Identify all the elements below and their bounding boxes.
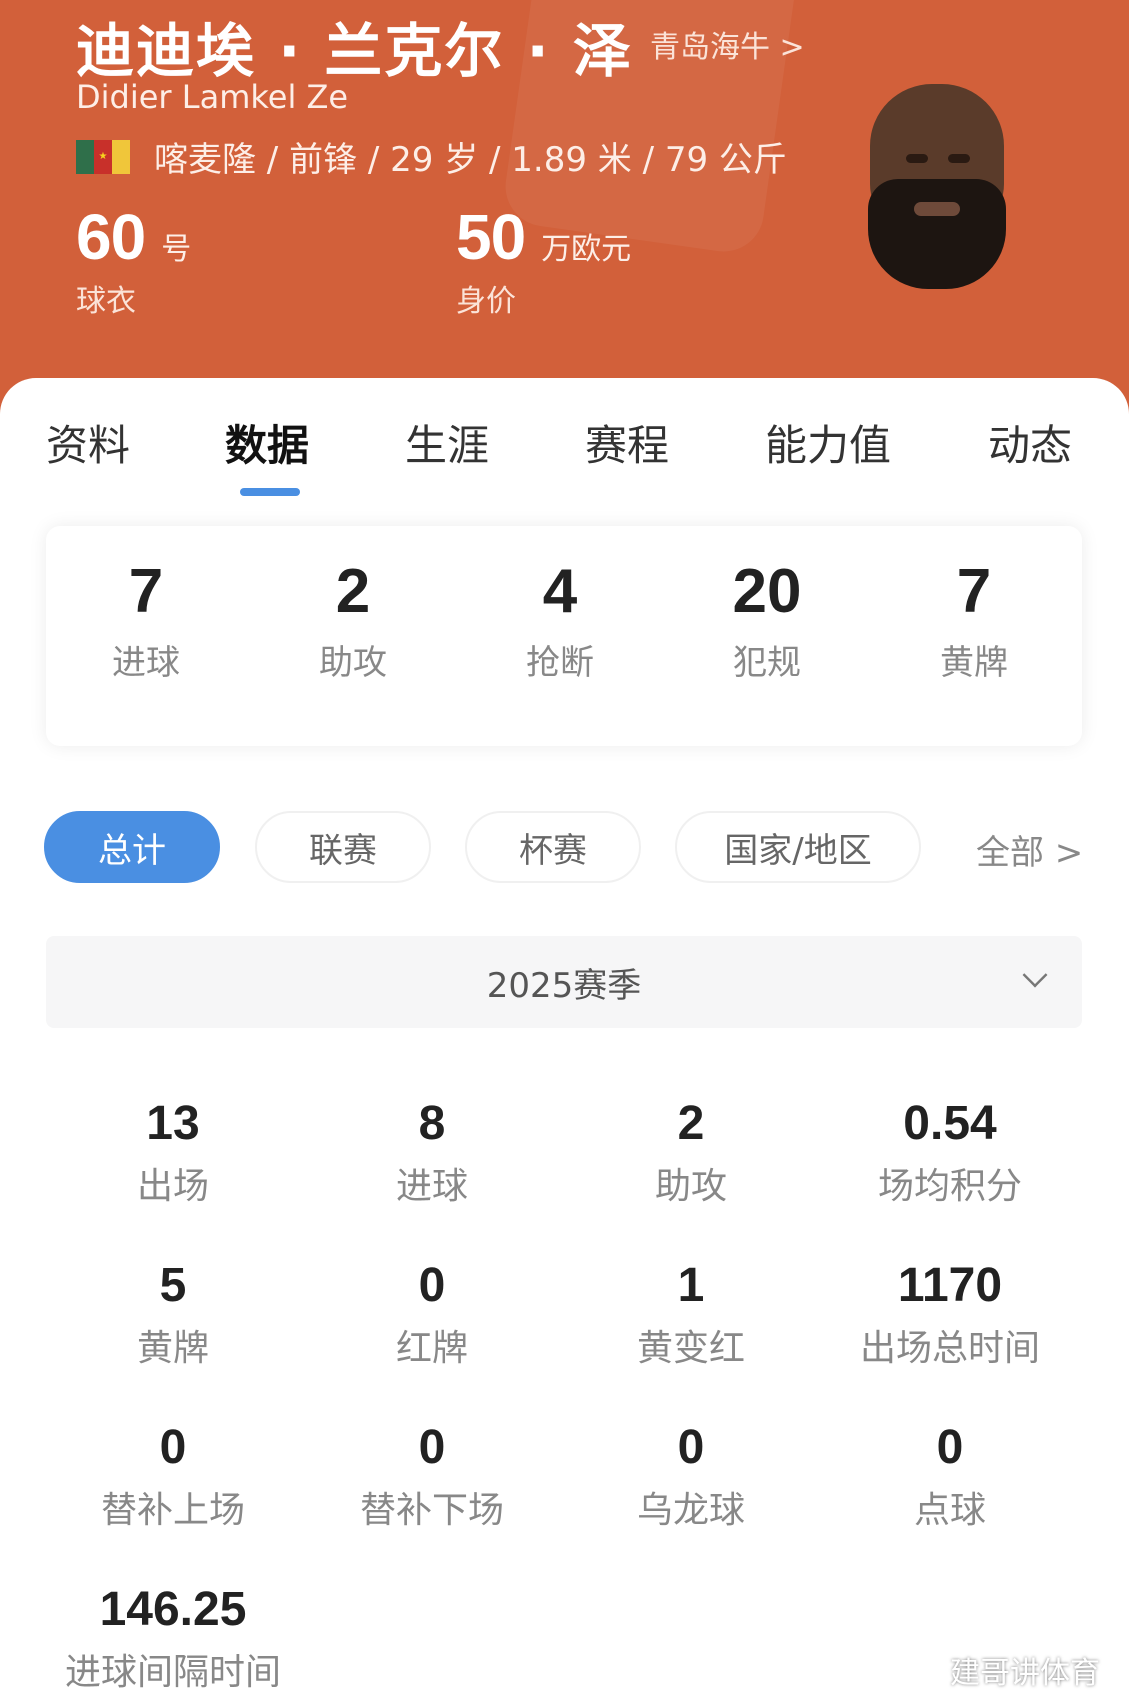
stat-value: 1170 [897,1259,1003,1312]
stat-label: 进球间隔时间 [64,1652,281,1693]
filter-national[interactable]: 国家/地区 [675,811,921,883]
filter-league[interactable]: 联赛 [255,811,431,883]
tab-bar: 资料 数据 生涯 赛程 能力值 动态 [0,378,1129,498]
tab-schedule[interactable]: 赛程 [585,412,669,473]
market-value-unit: 万欧元 [541,232,632,267]
cameroon-flag-icon: ★ [76,139,130,174]
filter-all-button[interactable]: 全部 > [976,825,1083,874]
stat-value: 8 [418,1097,446,1150]
filter-cup[interactable]: 杯赛 [465,811,641,883]
team-link[interactable]: 青岛海牛 > [650,22,805,66]
summary-label: 抢断 [526,643,594,683]
stat-label: 乌龙球 [636,1490,745,1531]
summary-panel: 7 进球 2 助攻 4 抢断 20 犯规 7 黄牌 [46,526,1082,746]
market-value: 50 [456,201,526,273]
stat-label: 出场 [136,1166,209,1207]
stat-item: 13 出场 [53,1096,293,1209]
summary-value: 2 [335,557,371,626]
stat-item: 0.54 场均积分 [830,1096,1070,1209]
tab-ability[interactable]: 能力值 [765,412,891,473]
stat-item: 8 进球 [312,1096,552,1209]
player-name-cn: 迪迪埃 · 兰克尔 · 泽 [76,17,633,85]
stat-item: 146.25 进球间隔时间 [33,1582,313,1695]
summary-item: 20 犯规 [697,556,837,684]
profile-info: ★ 喀麦隆 / 前锋 / 29 岁 / 1.89 米 / 79 公斤 [76,132,787,181]
stat-value: 0.54 [903,1097,997,1150]
jersey-block: 60 号 球衣 [76,200,191,320]
competition-filters: 总计 联赛 杯赛 国家/地区 全部 > [0,811,1129,885]
season-selector[interactable]: 2025赛季 [46,936,1082,1028]
stat-item: 5 黄牌 [53,1258,293,1371]
stat-label: 黄牌 [136,1328,209,1369]
stat-label: 场均积分 [877,1166,1022,1207]
tab-career[interactable]: 生涯 [405,412,489,473]
stat-item: 1 黄变红 [571,1258,811,1371]
stat-label: 红牌 [395,1328,468,1369]
stat-value: 13 [146,1097,200,1150]
stat-label: 替补下场 [359,1490,504,1531]
stat-label: 助攻 [654,1166,727,1207]
summary-value: 20 [732,557,802,626]
tab-data[interactable]: 数据 [225,412,309,473]
stat-item: 0 替补上场 [53,1420,293,1533]
stat-value: 5 [159,1259,187,1312]
stat-value: 0 [159,1421,187,1474]
summary-value: 7 [128,557,164,626]
stat-item: 0 红牌 [312,1258,552,1371]
season-label: 2025赛季 [486,965,642,1006]
stat-value: 1 [677,1259,705,1312]
tab-news[interactable]: 动态 [988,412,1072,473]
stat-value: 0 [418,1259,446,1312]
stat-item: 0 替补下场 [312,1420,552,1533]
stat-label: 进球 [395,1166,468,1207]
summary-item: 7 黄牌 [904,556,1044,684]
tab-profile[interactable]: 资料 [46,412,130,473]
active-tab-indicator [240,488,300,496]
stat-item: 2 助攻 [571,1096,811,1209]
watermark: 建哥讲体育 [950,1656,1100,1691]
stat-label: 替补上场 [100,1490,245,1531]
market-value-block: 50 万欧元 身价 [456,200,631,320]
stat-item: 0 点球 [830,1420,1070,1533]
summary-value: 4 [542,557,578,626]
market-value-label: 身价 [456,284,516,319]
filter-total[interactable]: 总计 [44,811,220,883]
chevron-down-icon [1022,962,1048,988]
profile-line: 喀麦隆 / 前锋 / 29 岁 / 1.89 米 / 79 公斤 [154,140,787,180]
player-avatar [862,84,1012,292]
stats-card: 资料 数据 生涯 赛程 能力值 动态 7 进球 2 助攻 4 抢断 20 犯规 … [0,378,1129,1703]
stat-value: 0 [936,1421,964,1474]
player-name-en: Didier Lamkel Ze [76,78,349,116]
summary-value: 7 [956,557,992,626]
stat-value: 146.25 [99,1583,247,1636]
stat-value: 2 [677,1097,705,1150]
summary-label: 助攻 [319,643,387,683]
player-header: 迪迪埃 · 兰克尔 · 泽 青岛海牛 > Didier Lamkel Ze ★ … [0,0,1129,420]
summary-label: 进球 [112,643,180,683]
stat-label: 黄变红 [636,1328,745,1369]
stat-label: 点球 [913,1490,986,1531]
summary-item: 2 助攻 [283,556,423,684]
stat-label: 出场总时间 [859,1328,1040,1369]
summary-label: 犯规 [733,643,801,683]
jersey-label: 球衣 [76,284,136,319]
stat-item: 1170 出场总时间 [830,1258,1070,1371]
summary-item: 4 抢断 [490,556,630,684]
summary-label: 黄牌 [940,643,1008,683]
jersey-number: 60 [76,201,146,273]
stat-value: 0 [677,1421,705,1474]
jersey-unit: 号 [161,232,192,267]
summary-item: 7 进球 [76,556,216,684]
stat-value: 0 [418,1421,446,1474]
stat-item: 0 乌龙球 [571,1420,811,1533]
